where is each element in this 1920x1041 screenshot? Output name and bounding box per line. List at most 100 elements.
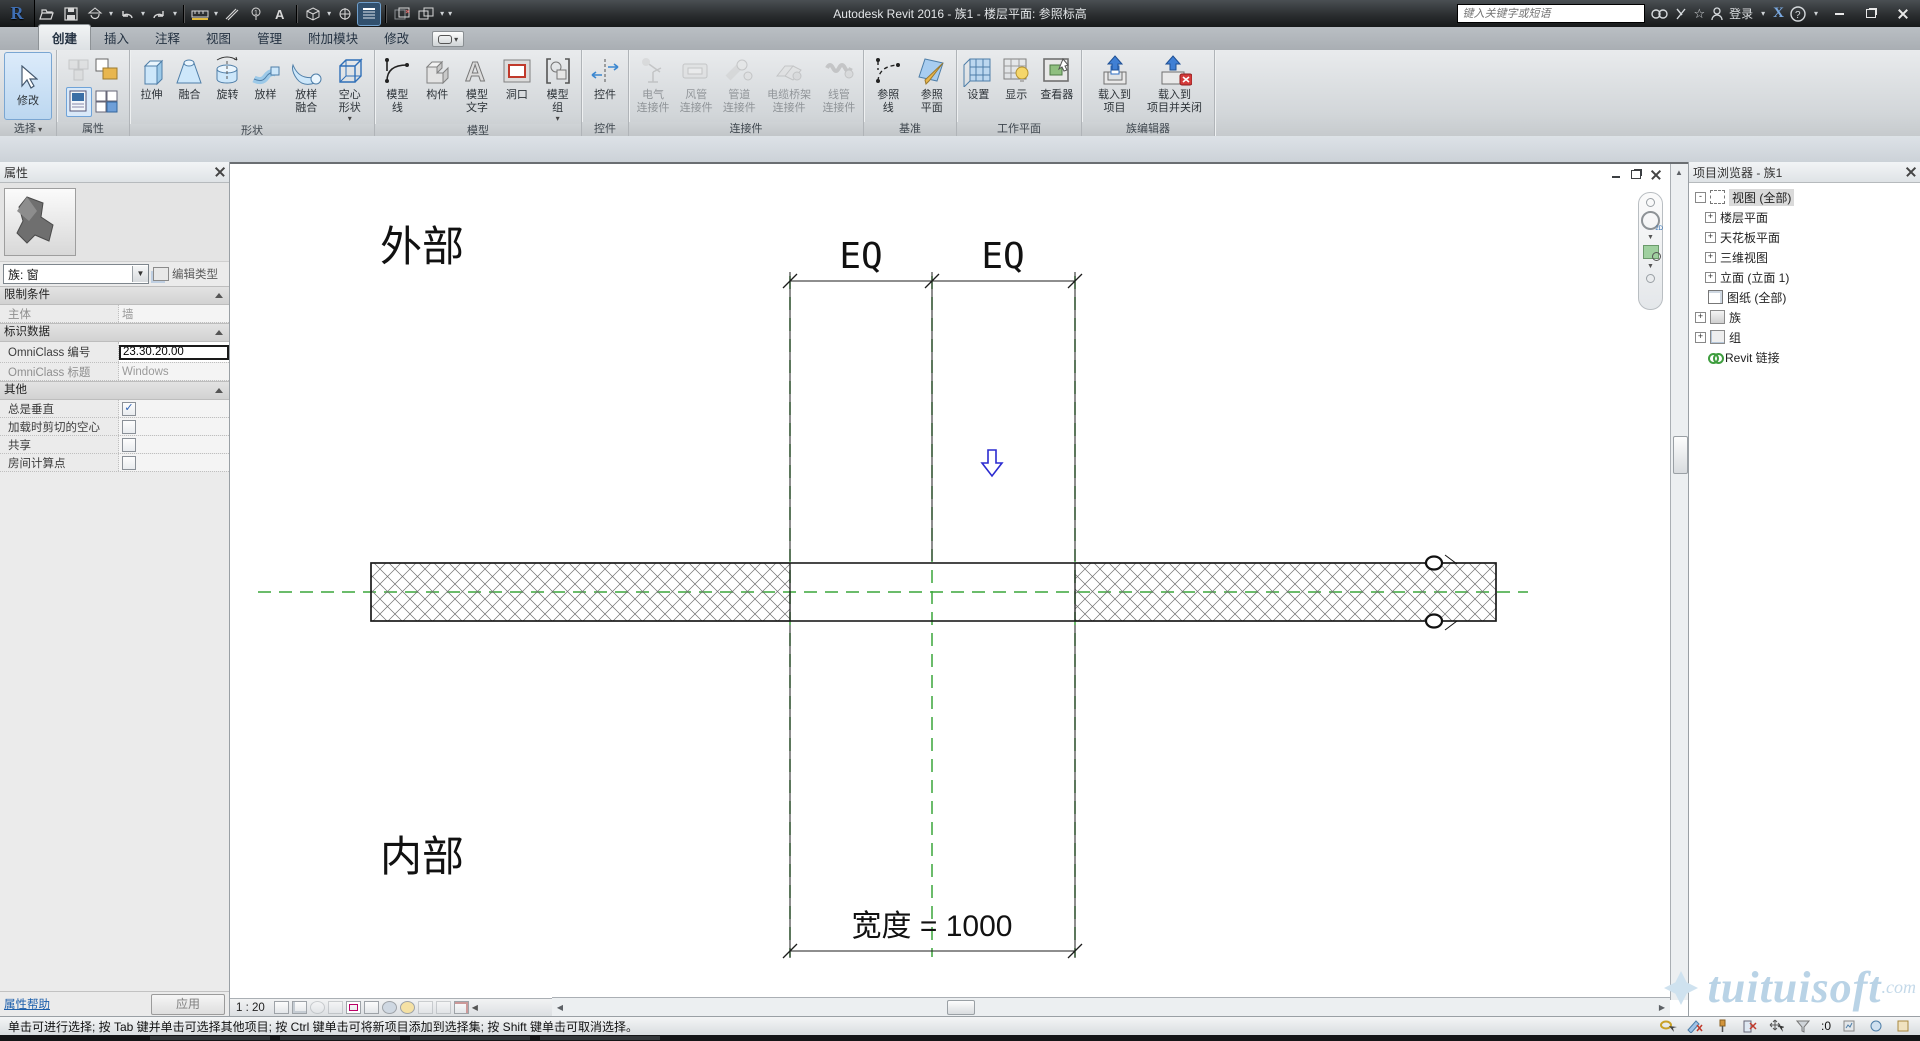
- measure-dropdown[interactable]: ▾: [214, 9, 218, 18]
- family-plan-view[interactable]: EQ EQ 宽度 = 1000 外部 内部: [230, 164, 1670, 1000]
- property-row-always-vertical[interactable]: 总是垂直 ✓: [0, 400, 229, 418]
- close-hidden-windows-icon[interactable]: [391, 3, 413, 25]
- show-workplane-button[interactable]: 显示: [998, 52, 1035, 103]
- scroll-left-icon[interactable]: ◀: [552, 999, 568, 1015]
- set-workplane-button[interactable]: 设置: [960, 52, 997, 103]
- scroll-up-icon[interactable]: ▲: [1671, 164, 1687, 180]
- tree-item-families[interactable]: + 族: [1695, 307, 1918, 327]
- help-dropdown[interactable]: ▾: [1814, 9, 1818, 18]
- revolve-button[interactable]: 旋转: [209, 52, 246, 103]
- reference-plane-button[interactable]: 参照 平面: [911, 52, 954, 115]
- expand-expander-icon[interactable]: +: [1705, 211, 1716, 223]
- property-row-omniclass-title[interactable]: OmniClass 标题 Windows: [0, 363, 229, 381]
- width-dimension-label[interactable]: 宽度 = 1000: [852, 910, 1013, 943]
- collapse-expander-icon[interactable]: -: [1695, 191, 1706, 203]
- detail-level-icon[interactable]: [273, 1001, 289, 1014]
- filter-icon[interactable]: [1794, 1019, 1812, 1033]
- view-scale-button[interactable]: 1 : 20: [236, 1002, 265, 1014]
- ribbon-display-toggle[interactable]: ▾: [432, 31, 465, 47]
- search-icon[interactable]: [1651, 7, 1669, 21]
- visual-style-icon[interactable]: [291, 1001, 307, 1014]
- zoom-dropdown-icon[interactable]: ▼: [1647, 263, 1654, 270]
- aligned-dimension-icon[interactable]: [221, 3, 243, 25]
- tree-item-sheets[interactable]: 图纸 (全部): [1695, 287, 1918, 307]
- edit-type-button[interactable]: 编辑类型: [153, 266, 218, 282]
- tab-manage[interactable]: 管理: [244, 25, 295, 50]
- navbar-top-icon[interactable]: [1646, 198, 1655, 207]
- shared-checkbox[interactable]: [122, 437, 136, 452]
- component-button[interactable]: 构件: [418, 52, 457, 103]
- panel-label-control[interactable]: 控件: [582, 122, 628, 136]
- properties-help-link[interactable]: 属性帮助: [4, 996, 50, 1012]
- opening-button[interactable]: 洞口: [497, 52, 536, 103]
- zoom-icon[interactable]: [1642, 245, 1661, 261]
- properties-toggle-button[interactable]: [66, 87, 92, 117]
- sign-in-label[interactable]: 登录: [1729, 5, 1753, 22]
- drawing-area[interactable]: EQ EQ 宽度 = 1000 外部 内部 2D ▼ ▼ ▲ ▼ 1: 20 …: [230, 162, 1688, 1016]
- wheel-dropdown-icon[interactable]: ▼: [1647, 234, 1654, 241]
- expand-expander-icon[interactable]: +: [1705, 271, 1716, 283]
- close-button[interactable]: [1890, 6, 1916, 22]
- crop-view-icon[interactable]: [345, 1001, 361, 1014]
- hide-analytical-model-icon[interactable]: [435, 1001, 451, 1014]
- sync-dropdown[interactable]: ▾: [109, 9, 113, 18]
- tree-item-floor-plans[interactable]: + 楼层平面: [1705, 207, 1918, 227]
- type-properties-button[interactable]: [94, 87, 120, 117]
- project-browser-close-icon[interactable]: [1906, 167, 1916, 177]
- property-row-cut-voids[interactable]: 加载时剪切的空心: [0, 418, 229, 436]
- interior-label[interactable]: 内部: [380, 833, 464, 880]
- eq-label-left[interactable]: EQ: [839, 236, 882, 277]
- tree-item-groups[interactable]: + 组: [1695, 327, 1918, 347]
- sync-with-central-icon[interactable]: [84, 3, 106, 25]
- temporary-view-properties-icon[interactable]: [417, 1001, 433, 1014]
- tab-addins[interactable]: 附加模块: [295, 25, 371, 50]
- view-restore-icon[interactable]: [1629, 169, 1642, 180]
- pin-icon[interactable]: [1713, 1019, 1731, 1033]
- scroll-right-icon[interactable]: ▶: [1654, 999, 1670, 1015]
- tree-item-elevations[interactable]: + 立面 (立面 1): [1705, 267, 1918, 287]
- reveal-hidden-elements-icon[interactable]: [399, 1001, 415, 1014]
- property-row-shared[interactable]: 共享: [0, 436, 229, 454]
- sweep-button[interactable]: 放样: [247, 52, 284, 103]
- apply-button[interactable]: 应用: [151, 993, 225, 1015]
- save-icon[interactable]: [60, 3, 82, 25]
- load-into-project-close-button[interactable]: 载入到 项目并关闭: [1142, 52, 1208, 115]
- cut-voids-checkbox[interactable]: [122, 419, 136, 434]
- type-selector-dropdown[interactable]: 族: 窗 ▼: [3, 264, 149, 284]
- group-header-identity[interactable]: 标识数据: [0, 323, 229, 342]
- view-close-icon[interactable]: [1649, 169, 1662, 180]
- exchange-apps-icon[interactable]: X: [1773, 5, 1784, 22]
- eq-dimension[interactable]: [782, 272, 1083, 561]
- measure-icon[interactable]: [189, 3, 211, 25]
- customize-qat-icon[interactable]: ▾: [448, 9, 452, 18]
- group-header-other[interactable]: 其他: [0, 381, 229, 400]
- modify-button[interactable]: 修改: [4, 52, 52, 120]
- sign-in-user-icon[interactable]: [1711, 7, 1723, 20]
- application-menu-button[interactable]: R: [0, 0, 35, 27]
- 3d-view-dropdown[interactable]: ▾: [327, 9, 331, 18]
- subscription-center-icon[interactable]: [1674, 7, 1687, 21]
- tab-view[interactable]: 视图: [193, 25, 244, 50]
- expand-expander-icon[interactable]: +: [1705, 251, 1716, 263]
- model-group-button[interactable]: 模型 组: [537, 52, 578, 124]
- view-minimize-icon[interactable]: [1609, 169, 1622, 180]
- vertical-scroll-thumb[interactable]: [1673, 436, 1688, 474]
- help-icon[interactable]: ?: [1790, 5, 1806, 22]
- expand-expander-icon[interactable]: +: [1695, 311, 1706, 323]
- properties-header[interactable]: 属性: [0, 162, 229, 183]
- property-row-omniclass-number[interactable]: OmniClass 编号: [0, 342, 229, 363]
- always-vertical-checkbox[interactable]: ✓: [122, 401, 136, 416]
- favorites-star-icon[interactable]: ☆: [1693, 6, 1705, 22]
- tab-annotate[interactable]: 注释: [142, 25, 193, 50]
- navigation-bar[interactable]: ▼ ▼: [1638, 192, 1663, 310]
- design-options-icon[interactable]: [1686, 1019, 1704, 1033]
- editable-only-icon[interactable]: [1894, 1019, 1912, 1033]
- sun-path-icon[interactable]: [309, 1001, 325, 1014]
- exterior-label[interactable]: 外部: [380, 223, 464, 270]
- viewbar-expand-icon[interactable]: ◀: [472, 1003, 478, 1012]
- navbar-bottom-icon[interactable]: [1646, 274, 1655, 283]
- undo-icon[interactable]: [116, 3, 138, 25]
- show-crop-region-icon[interactable]: [363, 1001, 379, 1014]
- signin-dropdown[interactable]: ▾: [1761, 9, 1765, 18]
- tag-by-category-icon[interactable]: 1: [245, 3, 267, 25]
